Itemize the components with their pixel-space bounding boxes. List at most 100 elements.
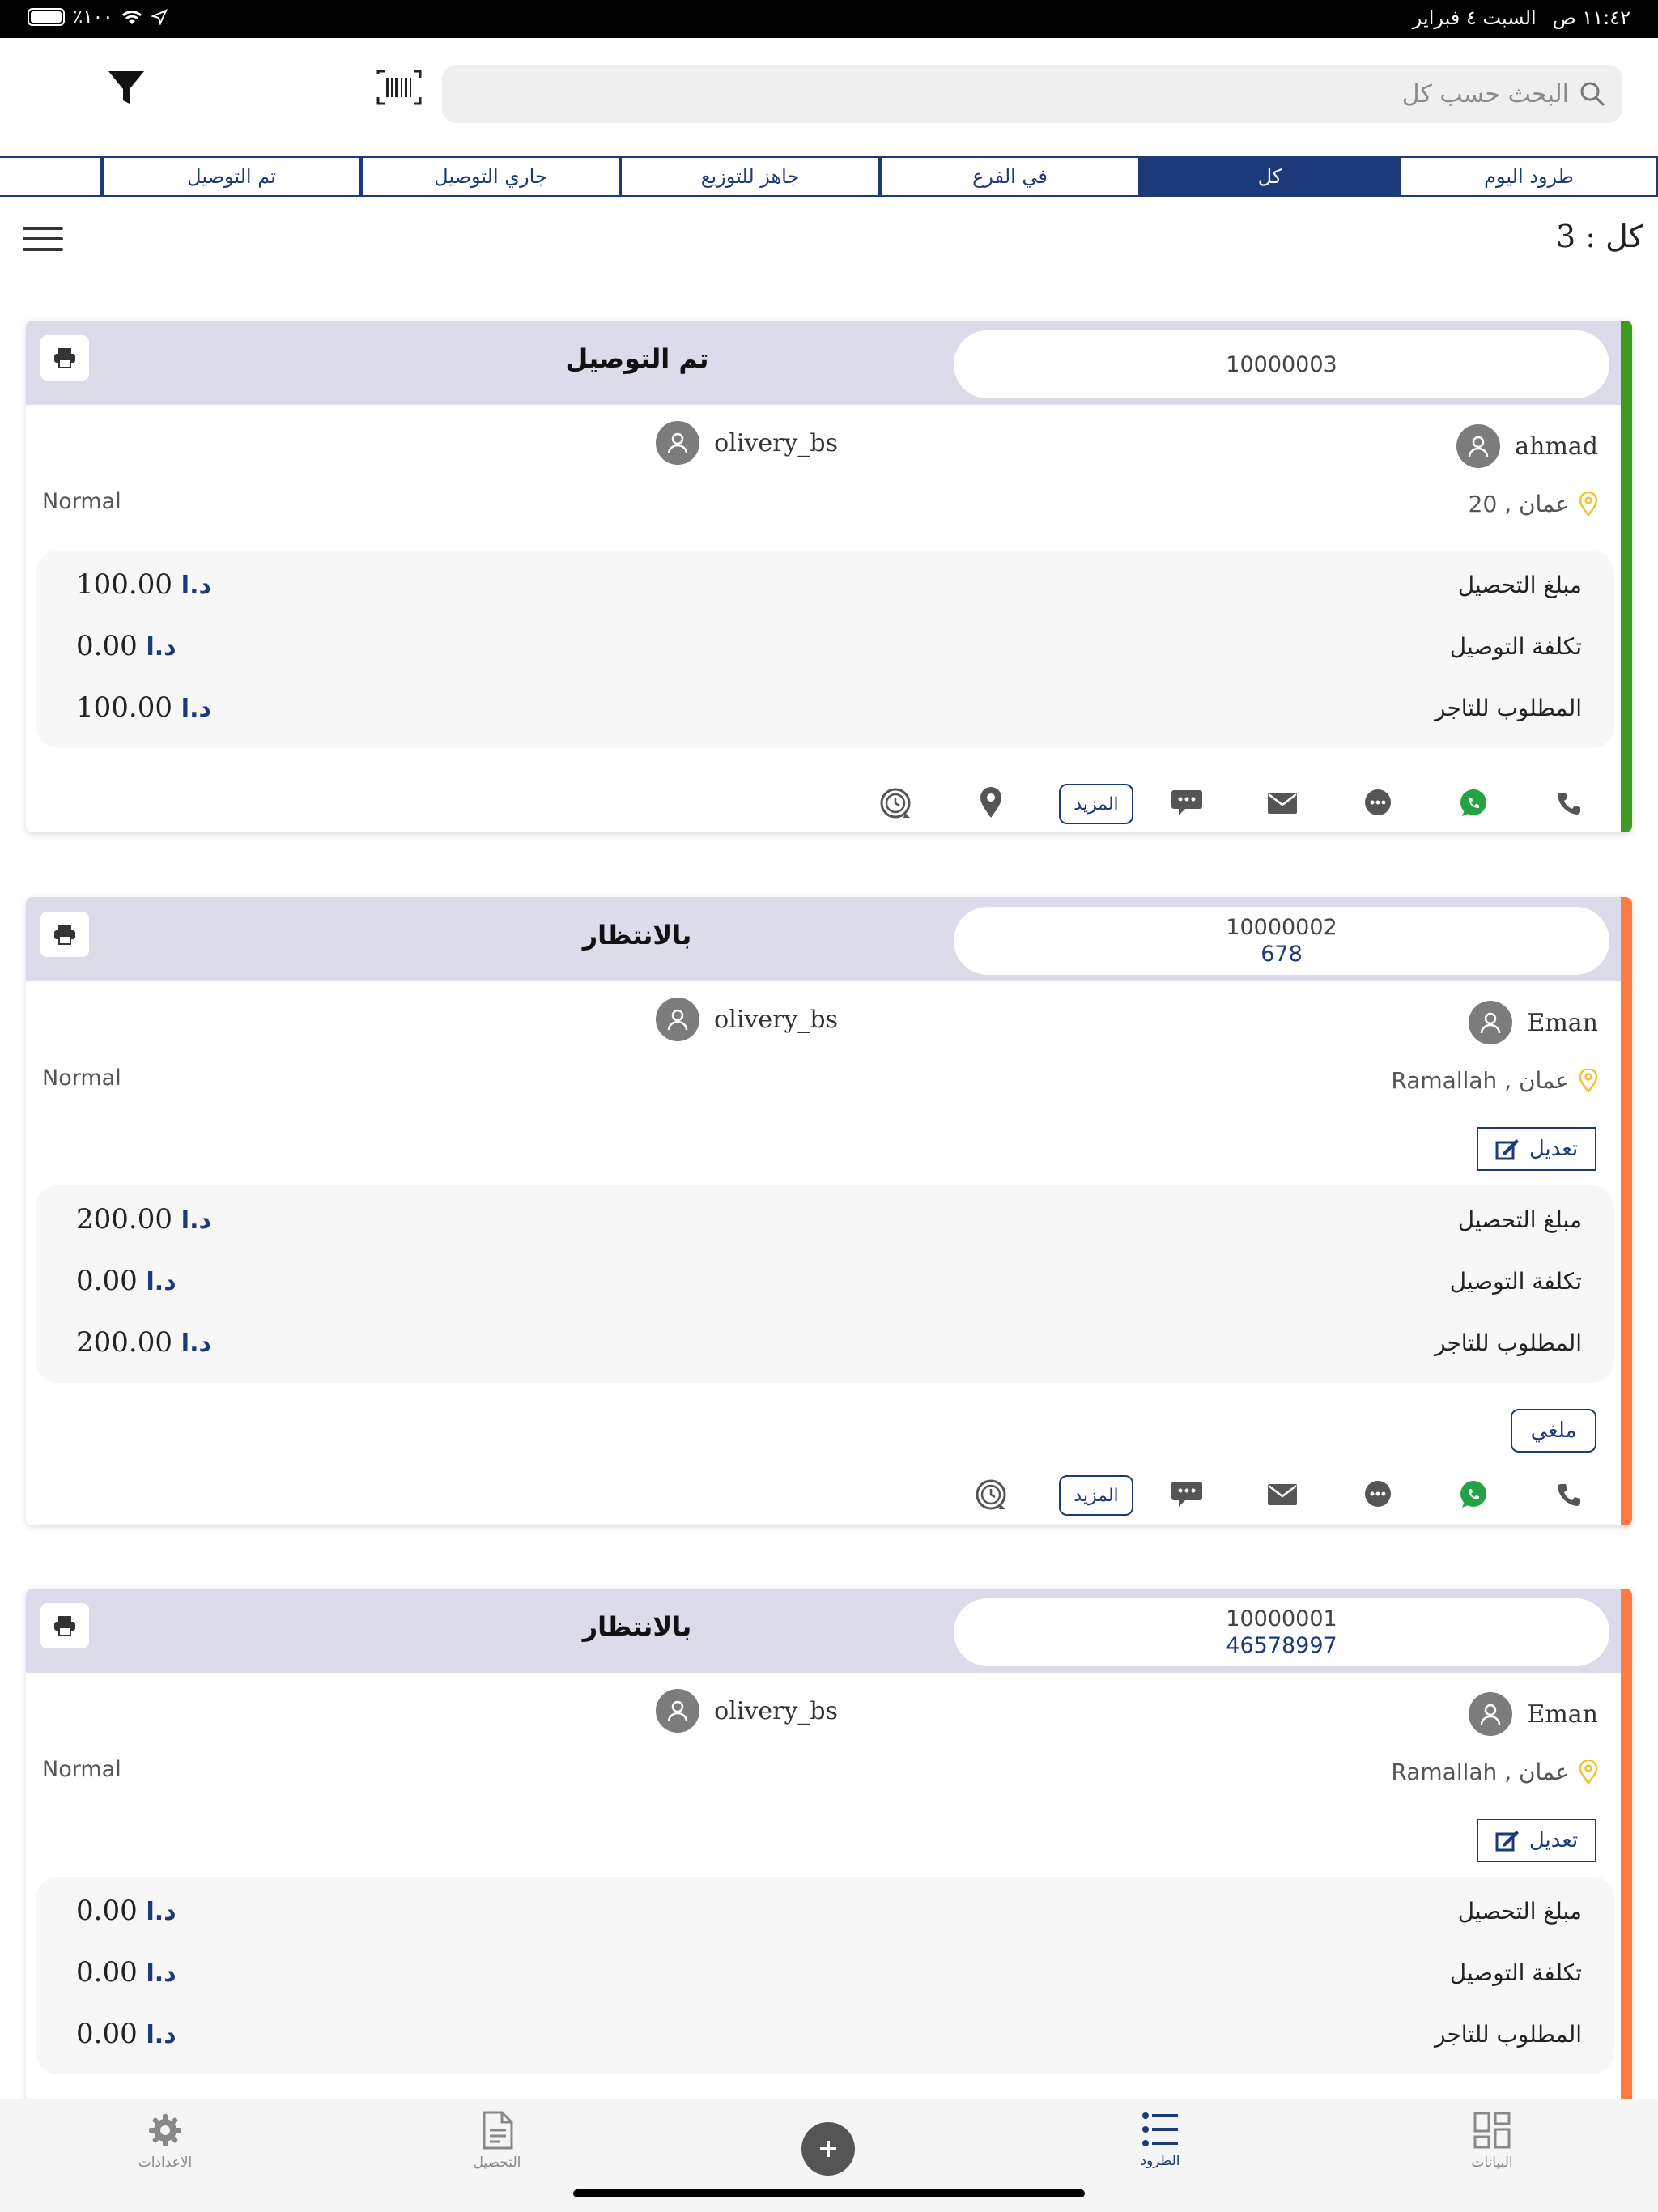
tab-overflow[interactable] — [0, 156, 102, 197]
avatar — [1456, 424, 1501, 468]
currency: د.ا — [146, 2021, 176, 2049]
status-left: ٪١٠٠ — [28, 6, 168, 28]
menu-icon-bar — [23, 248, 63, 251]
status-tabs: طرود اليوم كل في الفرع جاهز للتوزيع جاري… — [0, 156, 1658, 197]
search-bar[interactable] — [442, 65, 1622, 123]
menu-icon-bar — [23, 227, 63, 230]
more-label: المزيد — [1073, 793, 1119, 815]
tab-today-parcels[interactable]: طرود اليوم — [1400, 156, 1658, 197]
customer: Eman — [1469, 1692, 1598, 1736]
tab-ready-for-distribution[interactable]: جاهز للتوزيع — [620, 156, 880, 197]
cancelled-button[interactable]: ملغي — [1511, 1409, 1596, 1453]
reference-number: 10000002 — [1226, 915, 1337, 940]
user-icon — [667, 1700, 688, 1722]
map-location-button[interactable] — [968, 781, 1014, 826]
edit-label: تعديل — [1528, 1137, 1579, 1161]
location-text: عمان , 20 — [1468, 491, 1569, 517]
nav-dashboard[interactable]: البيانات — [1411, 2111, 1573, 2171]
location: عمان , Ramallah — [1391, 1067, 1598, 1094]
sender-name: olivery_bs — [714, 1005, 838, 1034]
history-button[interactable] — [873, 781, 918, 826]
reference-pill: 10000002 678 — [954, 907, 1609, 975]
reference-number: 10000001 — [1226, 1606, 1337, 1631]
email-button[interactable] — [1260, 1472, 1305, 1517]
reference-number: 10000003 — [1226, 351, 1337, 377]
tab-label: في الفرع — [972, 165, 1048, 188]
amounts-panel: مبلغ التحصيل د.ا 0.00 تكلفة التوصيل د.ا … — [36, 1877, 1614, 2074]
search-input[interactable] — [517, 79, 1569, 108]
sender-name: olivery_bs — [714, 1696, 838, 1725]
app-root: ٪١٠٠ ١١:٤٢ ص السبت ٤ فبراير طرود اليوم ك… — [0, 0, 1658, 2212]
nav-label: الطرود — [1140, 2153, 1180, 2169]
status-time: ١١:٤٢ ص — [1552, 6, 1630, 29]
nav-collection[interactable]: التحصيل — [416, 2111, 578, 2171]
edit-label: تعديل — [1528, 1828, 1579, 1853]
sms-button[interactable] — [1164, 781, 1209, 826]
amount: 0.00 — [76, 1895, 138, 1927]
whatsapp-icon — [1460, 1481, 1486, 1508]
call-button[interactable] — [1546, 1472, 1592, 1517]
reference-pill: 10000003 — [954, 330, 1609, 398]
gear-icon — [149, 2114, 181, 2146]
sms-button[interactable] — [1164, 1472, 1209, 1517]
chat-bubble-icon — [1365, 1481, 1391, 1507]
tab-label: جاري التوصيل — [434, 165, 547, 188]
more-button[interactable]: المزيد — [1059, 1475, 1133, 1516]
collection-amount-row: مبلغ التحصيل د.ا 100.00 — [36, 557, 1614, 619]
user-icon — [667, 432, 688, 454]
add-parcel-button[interactable] — [801, 2122, 855, 2176]
customer-name: ahmad — [1515, 432, 1598, 461]
chat-button[interactable] — [1355, 781, 1401, 826]
edit-icon — [1495, 1831, 1519, 1852]
delivery-cost-row: تكلفة التوصيل د.ا 0.00 — [36, 1253, 1614, 1315]
chat-bubble-icon — [1365, 789, 1391, 815]
edit-icon — [1495, 1139, 1519, 1160]
amount: 100.00 — [76, 568, 172, 601]
whatsapp-button[interactable] — [1451, 1472, 1496, 1517]
call-button[interactable] — [1546, 781, 1592, 826]
status-stripe — [1621, 321, 1632, 832]
parcel-card[interactable]: بالانتظار 10000002 678 Eman olivery_bs N… — [26, 897, 1632, 1525]
tab-in-branch[interactable]: في الفرع — [880, 156, 1140, 197]
currency: د.ا — [146, 1898, 176, 1926]
tab-delivered[interactable]: تم التوصيل — [102, 156, 361, 197]
edit-button[interactable]: تعديل — [1477, 1127, 1596, 1171]
location-arrow-icon — [151, 9, 168, 25]
delivery-cost-value: د.ا 0.00 — [76, 1956, 181, 1989]
customer: Eman — [1469, 1001, 1598, 1044]
parcel-card[interactable]: تم التوصيل 10000003 ahmad olivery_bs Nor… — [26, 321, 1632, 832]
nav-settings[interactable]: الاعدادات — [84, 2111, 246, 2171]
avatar — [656, 1689, 700, 1733]
history-button[interactable] — [968, 1472, 1014, 1517]
nav-label: الاعدادات — [138, 2155, 193, 2171]
history-icon — [976, 1479, 1006, 1510]
card-header: تم التوصيل 10000003 — [26, 321, 1621, 405]
delivery-cost-label: تكلفة التوصيل — [1449, 633, 1582, 660]
tab-all[interactable]: كل — [1140, 156, 1400, 197]
location-text: عمان , Ramallah — [1391, 1759, 1569, 1785]
avatar — [1469, 1692, 1513, 1736]
whatsapp-button[interactable] — [1451, 781, 1496, 826]
location-pin-icon — [1579, 1068, 1598, 1093]
amounts-panel: مبلغ التحصيل د.ا 200.00 تكلفة التوصيل د.… — [36, 1185, 1614, 1383]
whatsapp-icon — [1460, 789, 1486, 816]
document-icon — [483, 2111, 513, 2150]
edit-button[interactable]: تعديل — [1477, 1819, 1596, 1862]
menu-button[interactable] — [23, 227, 63, 256]
nav-parcels[interactable]: الطرود — [1079, 2111, 1241, 2169]
location-text: عمان , Ramallah — [1391, 1067, 1569, 1094]
collection-amount-value: د.ا 200.00 — [76, 1203, 216, 1236]
email-button[interactable] — [1260, 781, 1305, 826]
message-icon — [1171, 790, 1202, 815]
location: عمان , Ramallah — [1391, 1759, 1598, 1785]
amount: 100.00 — [76, 691, 172, 724]
tab-in-delivery[interactable]: جاري التوصيل — [361, 156, 620, 197]
chat-button[interactable] — [1355, 1472, 1401, 1517]
filter-button[interactable] — [104, 65, 149, 110]
more-button[interactable]: المزيد — [1059, 784, 1133, 824]
barcode-scan-button[interactable] — [375, 68, 423, 107]
card-actions: المزيد — [26, 781, 1621, 829]
tab-label: طرود اليوم — [1484, 165, 1574, 188]
status-bar: ٪١٠٠ ١١:٤٢ ص السبت ٤ فبراير — [0, 0, 1658, 38]
parcel-card[interactable]: بالانتظار 10000001 46578997 Eman olivery… — [26, 1589, 1632, 2155]
